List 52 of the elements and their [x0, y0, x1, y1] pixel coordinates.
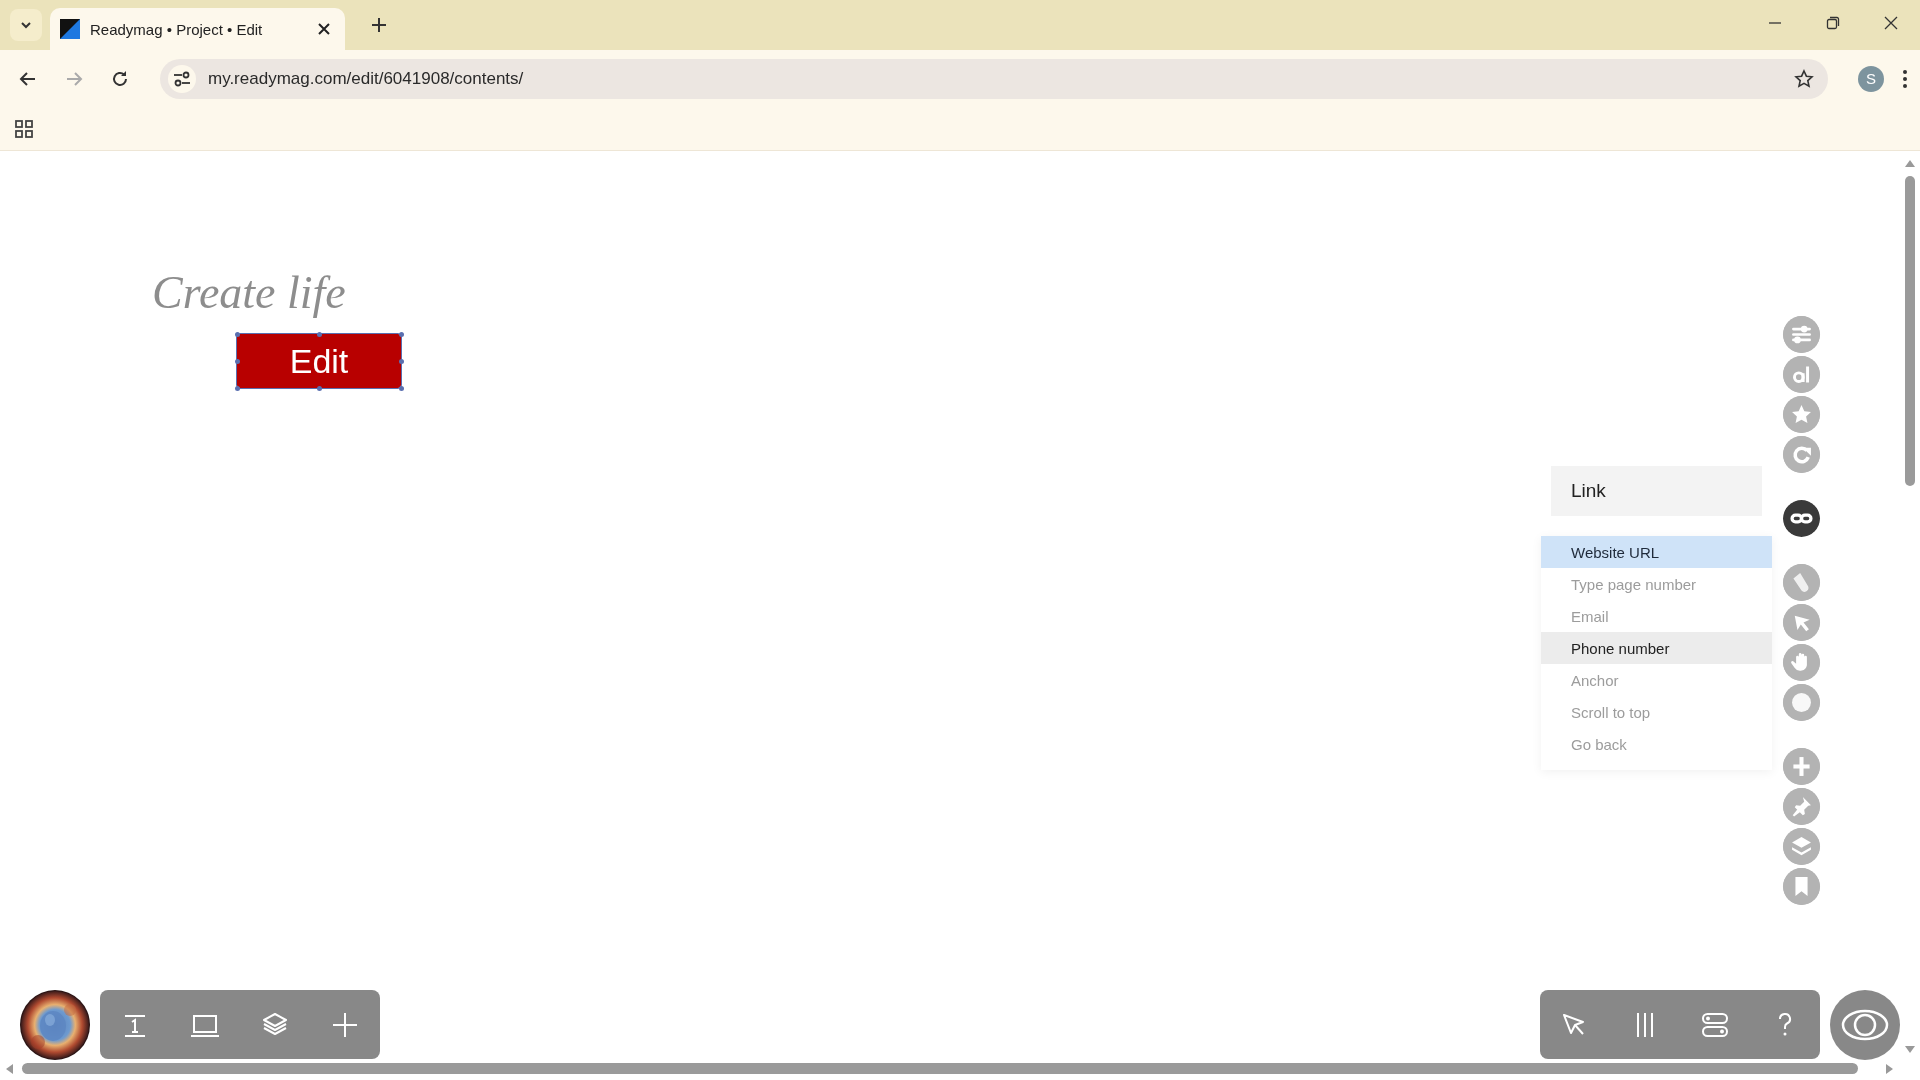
restore-icon[interactable]: [1826, 16, 1840, 30]
resize-handle[interactable]: [234, 358, 240, 364]
rotate-icon[interactable]: [1783, 436, 1820, 473]
pin-icon[interactable]: [1783, 788, 1820, 825]
apps-grid-icon[interactable]: [14, 118, 34, 139]
link-title: Link: [1551, 466, 1762, 516]
menu-item[interactable]: Website URL: [1541, 536, 1772, 568]
heading-text: Create life: [152, 266, 346, 319]
hand-icon[interactable]: [1783, 644, 1820, 681]
plus-icon[interactable]: [1783, 748, 1820, 785]
address-bar[interactable]: my.readymag.com/edit/6041908/contents/: [160, 58, 1828, 99]
resize-handle[interactable]: [316, 331, 322, 337]
scroll-up-icon[interactable]: [1905, 159, 1915, 169]
resize-handle[interactable]: [234, 331, 240, 337]
menu-item[interactable]: Anchor: [1541, 664, 1772, 696]
menu-item[interactable]: Type page number: [1541, 568, 1772, 600]
resize-handle[interactable]: [398, 331, 404, 337]
sliders-icon[interactable]: [1783, 316, 1820, 353]
menu-item[interactable]: Phone number: [1541, 632, 1772, 664]
profile-avatar[interactable]: S: [1858, 65, 1884, 92]
bookmark-icon[interactable]: [1783, 868, 1820, 905]
browser-tab[interactable]: Readymag • Project • Edit: [50, 8, 345, 50]
scroll-down-icon[interactable]: [1905, 1044, 1915, 1054]
resize-handle[interactable]: [234, 385, 240, 391]
back-icon[interactable]: [19, 69, 37, 88]
text-style-icon[interactable]: [1783, 356, 1820, 393]
edit-button[interactable]: Edit: [237, 334, 401, 388]
favicon-icon: [60, 19, 80, 39]
menu-item[interactable]: Email: [1541, 600, 1772, 632]
forward-icon[interactable]: [65, 69, 83, 88]
cursor-icon[interactable]: [1783, 604, 1820, 641]
close-icon[interactable]: [1884, 16, 1898, 30]
scroll-left-icon[interactable]: [5, 1064, 15, 1074]
glow-icon[interactable]: [1783, 684, 1820, 721]
resize-handle[interactable]: [398, 385, 404, 391]
vertical-scrollbar[interactable]: [1905, 176, 1915, 486]
menu-item[interactable]: Go back: [1541, 728, 1772, 760]
layers-icon[interactable]: [1783, 828, 1820, 865]
site-info-icon[interactable]: [168, 64, 196, 93]
menu-item[interactable]: Scroll to top: [1541, 696, 1772, 728]
bookmark-star-icon[interactable]: [1794, 68, 1814, 89]
new-tab-icon[interactable]: [371, 17, 387, 33]
eye-icon[interactable]: [1840, 1007, 1890, 1043]
link-icon[interactable]: [1783, 500, 1820, 537]
menu-icon[interactable]: [1902, 68, 1908, 89]
resize-handle[interactable]: [398, 358, 404, 364]
close-icon[interactable]: [317, 22, 331, 36]
resize-handle[interactable]: [316, 385, 322, 391]
horizontal-scrollbar[interactable]: [22, 1063, 1858, 1074]
reload-icon[interactable]: [111, 69, 129, 88]
scroll-right-icon[interactable]: [1884, 1064, 1894, 1074]
star-icon[interactable]: [1783, 396, 1820, 433]
